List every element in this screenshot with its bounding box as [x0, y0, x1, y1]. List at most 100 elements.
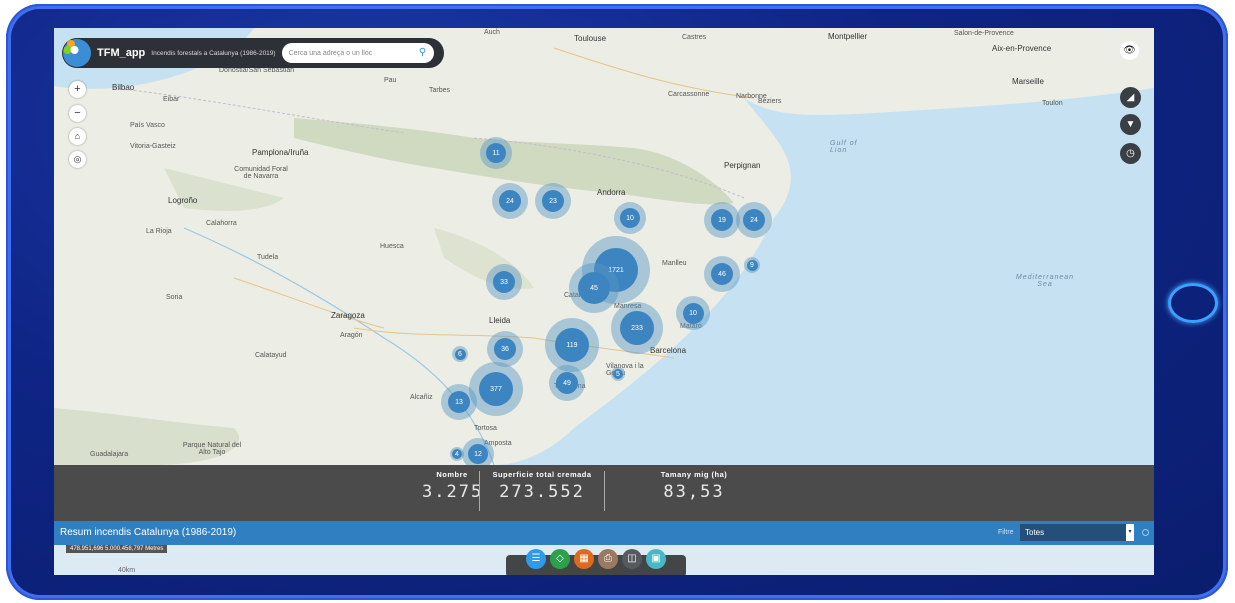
chevron-down-icon: ▾ [1126, 524, 1134, 541]
clock-icon[interactable]: ◷ [1120, 143, 1141, 164]
map-label: Toulouse [574, 34, 607, 43]
map-label: Eibar [163, 96, 180, 103]
summary-title: Resum incendis Catalunya (1986-2019) [60, 527, 237, 538]
map-label: Aix-en-Provence [992, 44, 1052, 53]
map-label: Toulon [1042, 100, 1063, 107]
zoom-in-button[interactable]: + [69, 81, 86, 98]
cluster-marker[interactable]: 33 [486, 264, 522, 300]
stat-superficie: Superficie total cremada 273.552 [482, 470, 602, 502]
cluster-marker[interactable]: 49 [549, 365, 585, 401]
scale-bar: 40km [118, 567, 136, 574]
stat-value: 3.275 [422, 482, 484, 502]
filter-icon[interactable]: ▼ [1120, 114, 1141, 135]
map-label: Narbonne [736, 93, 767, 100]
map-view[interactable]: Auch Toulouse Castres Montpellier Salon-… [54, 28, 1154, 465]
cluster-marker[interactable]: 24 [736, 202, 772, 238]
cluster-count: 24 [499, 190, 521, 212]
cluster-marker[interactable]: 13 [441, 384, 477, 420]
map-label: Aragón [340, 332, 363, 339]
map-label: Alcañiz [410, 394, 433, 401]
map-label: Barcelona [650, 346, 687, 355]
app-subtitle: Incendis forestals a Catalunya (1986-201… [151, 49, 276, 57]
map-label: Perpignan [724, 161, 761, 170]
search-placeholder: Cerca una adreça o un lloc [288, 49, 373, 57]
visibility-off-icon[interactable]: 👁 [1120, 41, 1139, 60]
cluster-count: 4 [452, 449, 462, 459]
map-label: Gulf of Lion [830, 140, 858, 154]
cluster-count: 24 [743, 209, 765, 231]
cluster-count: 119 [555, 328, 589, 362]
cluster-marker[interactable]: 45 [569, 263, 619, 313]
widget-icon[interactable]: ▣ [646, 549, 666, 569]
map-label: Guadalajara [90, 451, 129, 458]
stat-label: Superficie total cremada [492, 470, 592, 479]
zoom-out-button[interactable]: − [69, 105, 86, 122]
layers-icon[interactable]: ◇ [550, 549, 570, 569]
cluster-marker[interactable]: 46 [704, 256, 740, 292]
chart-icon[interactable]: ◢ [1120, 87, 1141, 108]
cluster-marker[interactable]: 11 [480, 137, 512, 169]
cluster-marker[interactable]: 10 [614, 202, 646, 234]
cluster-count: 23 [542, 190, 564, 212]
stat-value: 83,53 [663, 482, 725, 502]
map-label: Manlleu [662, 260, 687, 267]
map-label: Pau [384, 77, 397, 84]
cluster-marker[interactable]: 23 [535, 183, 571, 219]
map-label: Vitoria-Gasteiz [130, 143, 176, 150]
map-label: Logroño [168, 196, 198, 205]
cluster-marker[interactable]: 119 [545, 318, 599, 372]
print-icon[interactable]: ⎙ [598, 549, 618, 569]
cluster-count: 10 [682, 302, 704, 324]
filter-label: Filtre [998, 529, 1014, 536]
map-label: Comunidad Foral de Navarra [234, 166, 288, 180]
cluster-count: 10 [620, 208, 640, 228]
map-label: Montpellier [828, 32, 868, 41]
filter-select[interactable]: Totes ▾ [1020, 524, 1134, 541]
map-label: Bilbao [112, 83, 135, 92]
app-title: TFM_app [97, 47, 146, 59]
stat-tamany: Tamany mig (ha) 83,53 [634, 470, 754, 502]
map-label: Auch [484, 29, 500, 36]
grid-icon[interactable]: ◫ [622, 549, 642, 569]
cluster-marker[interactable]: 9 [744, 257, 760, 273]
tablet-home-button[interactable] [1168, 283, 1218, 323]
stat-value: 273.552 [499, 482, 585, 502]
cluster-count: 12 [468, 444, 488, 464]
locate-icon[interactable]: ◎ [69, 151, 86, 168]
search-icon[interactable]: ⚲ [416, 46, 430, 60]
cluster-marker[interactable]: 24 [492, 183, 528, 219]
basemap-icon[interactable]: ▦ [574, 549, 594, 569]
map-label: Salon-de-Provence [954, 30, 1014, 37]
cluster-marker[interactable]: 12 [462, 438, 494, 465]
map-label: Tortosa [474, 425, 497, 432]
cluster-count: 5 [613, 369, 623, 379]
map-label: País Vasco [130, 122, 165, 129]
cluster-count: 6 [454, 348, 466, 360]
cluster-marker[interactable]: 6 [452, 346, 468, 362]
map-label: Carcassonne [668, 91, 710, 98]
summary-bar: Resum incendis Catalunya (1986-2019) Fil… [54, 521, 1154, 545]
cluster-count: 233 [620, 311, 654, 345]
radio-toggle[interactable] [1142, 529, 1149, 536]
home-icon[interactable]: ⌂ [69, 128, 86, 145]
cluster-marker[interactable]: 5 [611, 367, 625, 381]
cluster-count: 13 [448, 391, 470, 413]
list-icon[interactable]: ☰ [526, 549, 546, 569]
map-label: Huesca [380, 243, 404, 250]
stat-label: Nombre [436, 470, 468, 479]
stat-nombre: Nombre 3.275 [422, 470, 482, 502]
divider [479, 471, 480, 511]
search-input[interactable]: Cerca una adreça o un lloc ⚲ [281, 43, 434, 63]
map-label: Andorra [597, 188, 626, 197]
cluster-marker[interactable]: 377 [469, 362, 523, 416]
cluster-marker[interactable]: 233 [611, 302, 663, 354]
map-label: Parque Natural del Alto Tajo [182, 442, 242, 456]
app-screen: Auch Toulouse Castres Montpellier Salon-… [54, 28, 1154, 575]
cluster-marker[interactable]: 10 [676, 296, 710, 330]
map-label: Donostia/San Sebastián [219, 67, 295, 74]
cluster-marker[interactable]: 19 [704, 202, 740, 238]
divider [604, 471, 605, 511]
cluster-count: 33 [493, 271, 515, 293]
stats-panel: Nombre 3.275 Superficie total cremada 27… [54, 465, 1154, 521]
app-logo-icon [63, 39, 91, 67]
